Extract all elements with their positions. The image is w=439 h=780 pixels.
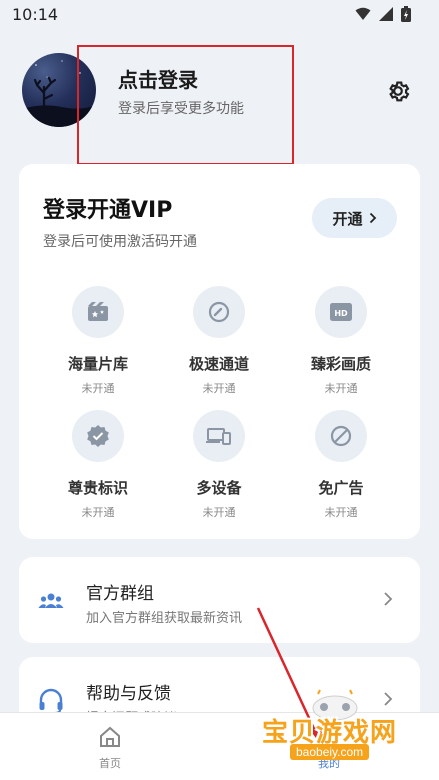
watermark: 宝贝游戏网 baobeiy.com xyxy=(262,688,412,768)
watermark-url: baobeiy.com xyxy=(290,744,370,760)
annotation-arrow xyxy=(256,607,325,747)
